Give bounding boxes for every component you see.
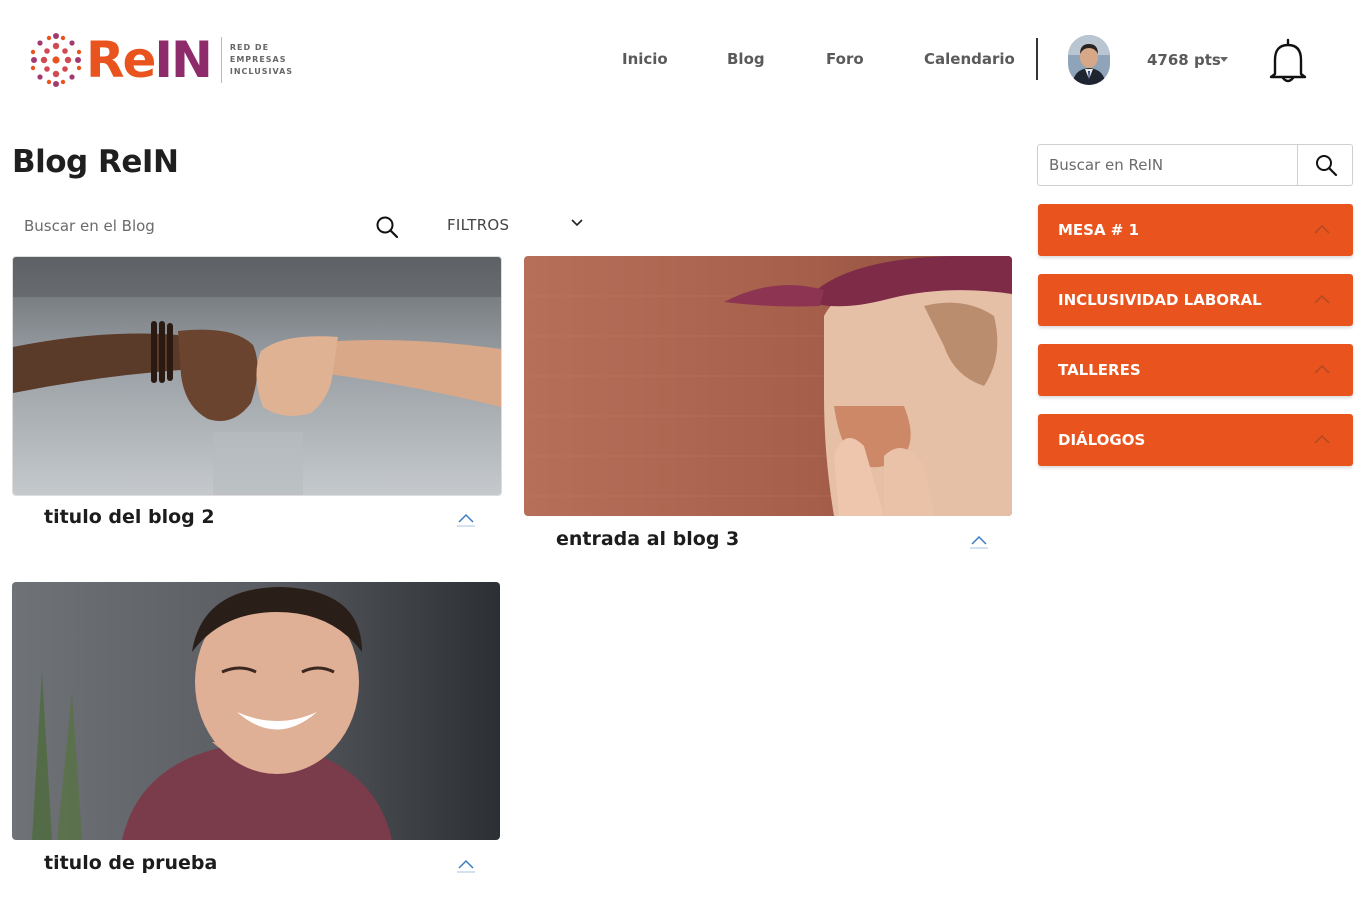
search-icon[interactable]	[374, 214, 400, 240]
blog-search	[12, 208, 412, 246]
bell-icon[interactable]	[1267, 36, 1309, 84]
nav-item-calendario[interactable]: Calendario	[924, 50, 1015, 68]
category-label: TALLERES	[1058, 361, 1141, 379]
user-avatar-icon	[1068, 35, 1110, 85]
chevron-up-icon	[1314, 294, 1330, 304]
chevron-up-icon	[1314, 434, 1330, 444]
category-label: DIÁLOGOS	[1058, 431, 1146, 449]
logo-tagline: RED DE EMPRESAS INCLUSIVAS	[229, 43, 294, 76]
laughing-man-cap-photo	[524, 256, 1012, 516]
chevron-up-icon[interactable]	[456, 858, 476, 874]
points-dropdown-caret-icon[interactable]	[1220, 57, 1228, 62]
site-search-divider	[1297, 145, 1298, 185]
chevron-up-icon	[1314, 224, 1330, 234]
logo-wordmark: ReIN	[86, 35, 213, 85]
category-inclusividad-laboral[interactable]: INCLUSIVIDAD LABORAL	[1038, 274, 1353, 326]
category-dialogos[interactable]: DIÁLOGOS	[1038, 414, 1353, 466]
post-image-3[interactable]	[12, 582, 500, 840]
category-label: INCLUSIVIDAD LABORAL	[1058, 291, 1262, 309]
post-image-2[interactable]	[524, 256, 1012, 516]
smiling-man-photo	[12, 582, 500, 840]
logo-divider	[220, 37, 222, 83]
category-label: MESA # 1	[1058, 221, 1140, 239]
category-talleres[interactable]: TALLERES	[1038, 344, 1353, 396]
site-search	[1037, 144, 1353, 186]
nav-divider	[1036, 38, 1038, 80]
post-image-1[interactable]	[12, 256, 502, 496]
logo-wordmark-in: IN	[154, 31, 212, 89]
search-icon[interactable]	[1314, 153, 1338, 177]
chevron-up-icon	[1314, 364, 1330, 374]
fist-bump-photo	[13, 257, 501, 495]
nav-item-blog[interactable]: Blog	[727, 50, 765, 68]
blog-search-input[interactable]	[12, 208, 364, 244]
rein-logo[interactable]: ReIN RED DE EMPRESAS INCLUSIVAS	[28, 28, 308, 92]
post-title-2[interactable]: entrada al blog 3	[556, 528, 739, 550]
nav-item-inicio[interactable]: Inicio	[622, 50, 668, 68]
chevron-up-icon[interactable]	[969, 534, 989, 550]
page-title: Blog ReIN	[12, 144, 179, 180]
user-points[interactable]: 4768 pts	[1147, 51, 1221, 69]
category-mesa-1[interactable]: MESA # 1	[1038, 204, 1353, 256]
filters-dropdown[interactable]: FILTROS	[447, 216, 509, 234]
post-title-3[interactable]: titulo de prueba	[44, 852, 217, 874]
chevron-up-icon[interactable]	[456, 512, 476, 528]
post-title-1[interactable]: titulo del blog 2	[44, 506, 215, 528]
chevron-down-icon[interactable]	[570, 216, 584, 230]
nav-item-foro[interactable]: Foro	[826, 50, 864, 68]
user-avatar[interactable]	[1068, 35, 1110, 85]
logo-dots-icon	[30, 33, 82, 87]
logo-wordmark-re: Re	[86, 31, 156, 89]
site-search-input[interactable]	[1038, 145, 1299, 185]
